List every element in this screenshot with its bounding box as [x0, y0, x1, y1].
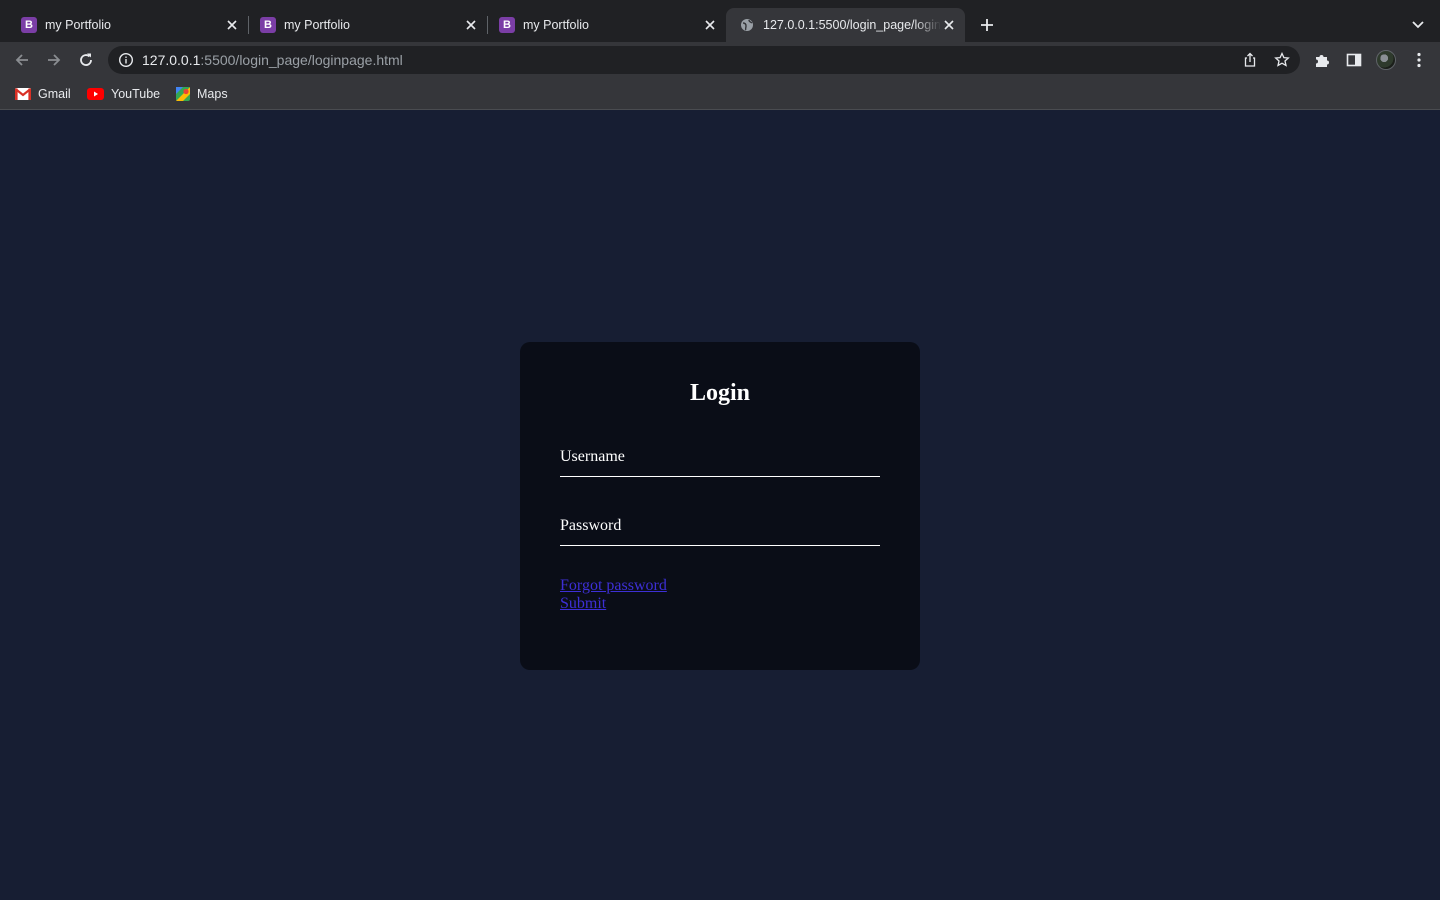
password-underline — [560, 545, 880, 546]
maps-icon — [176, 87, 190, 101]
url-host: 127.0.0.1 — [142, 52, 201, 68]
bookmark-maps[interactable]: Maps — [176, 84, 228, 104]
forgot-password-link[interactable]: Forgot password — [560, 577, 667, 595]
bootstrap-favicon-icon: B — [499, 17, 515, 33]
tab-my-portfolio-2[interactable]: B my Portfolio — [247, 8, 487, 42]
tab-strip: B my Portfolio B my Portfolio B my Portf… — [0, 0, 1440, 42]
arrow-left-icon — [15, 54, 28, 66]
side-panel-icon — [1346, 53, 1362, 67]
browser-toolbar: 127.0.0.1:5500/login_page/loginpage.html — [0, 42, 1440, 78]
bookmark-label: Gmail — [38, 87, 71, 101]
username-field[interactable]: Username — [560, 448, 880, 478]
password-field[interactable]: Password — [560, 517, 880, 547]
share-icon[interactable] — [1242, 52, 1258, 68]
url-text[interactable]: 127.0.0.1:5500/login_page/loginpage.html — [142, 52, 403, 68]
username-label: Username — [560, 448, 625, 465]
url-path: :5500/login_page/loginpage.html — [200, 52, 403, 68]
tab-title: my Portfolio — [45, 18, 111, 32]
bookmark-label: YouTube — [111, 87, 161, 101]
gmail-icon — [15, 88, 31, 100]
menu-button[interactable] — [1410, 51, 1428, 69]
close-icon[interactable] — [224, 17, 240, 33]
tab-title: 127.0.0.1:5500/login_page/loginpage.html — [763, 18, 941, 32]
kebab-menu-icon — [1417, 52, 1421, 68]
profile-avatar[interactable] — [1376, 50, 1396, 70]
globe-icon — [739, 17, 755, 33]
username-underline — [560, 476, 880, 477]
bookmark-youtube[interactable]: YouTube — [87, 84, 160, 104]
tab-title: my Portfolio — [284, 18, 350, 32]
bookmarks-bar: Gmail YouTube Maps — [0, 78, 1440, 110]
side-panel-button[interactable] — [1345, 51, 1363, 69]
bootstrap-favicon-icon: B — [21, 17, 37, 33]
bookmark-label: Maps — [197, 87, 228, 101]
plus-icon — [981, 19, 993, 31]
login-title: Login — [689, 380, 751, 406]
arrow-right-icon — [48, 54, 61, 66]
bookmark-gmail[interactable]: Gmail — [15, 84, 71, 104]
info-icon[interactable] — [118, 52, 134, 68]
submit-link[interactable]: Submit — [560, 595, 606, 613]
tab-title: my Portfolio — [523, 18, 589, 32]
extensions-button[interactable] — [1313, 51, 1331, 69]
password-label: Password — [560, 517, 622, 534]
tab-my-portfolio-3[interactable]: B my Portfolio — [486, 8, 726, 42]
back-button[interactable] — [9, 47, 35, 73]
login-card: Login Username Password Forgot password … — [520, 342, 920, 670]
forward-button[interactable] — [41, 47, 67, 73]
puzzle-icon — [1316, 55, 1329, 67]
tab-login-page[interactable]: 127.0.0.1:5500/login_page/loginpage.html — [726, 8, 965, 42]
close-icon[interactable] — [702, 17, 718, 33]
star-icon[interactable] — [1274, 52, 1290, 68]
new-tab-button[interactable] — [975, 13, 999, 37]
bootstrap-favicon-icon: B — [260, 17, 276, 33]
tab-search-button[interactable] — [1406, 13, 1430, 37]
tab-my-portfolio-1[interactable]: B my Portfolio — [8, 8, 248, 42]
reload-icon — [80, 53, 92, 66]
address-bar[interactable]: 127.0.0.1:5500/login_page/loginpage.html — [108, 46, 1300, 74]
reload-button[interactable] — [73, 47, 99, 73]
chevron-down-icon — [1412, 21, 1424, 29]
close-icon[interactable] — [941, 17, 957, 33]
close-icon[interactable] — [463, 17, 479, 33]
youtube-icon — [87, 88, 104, 100]
